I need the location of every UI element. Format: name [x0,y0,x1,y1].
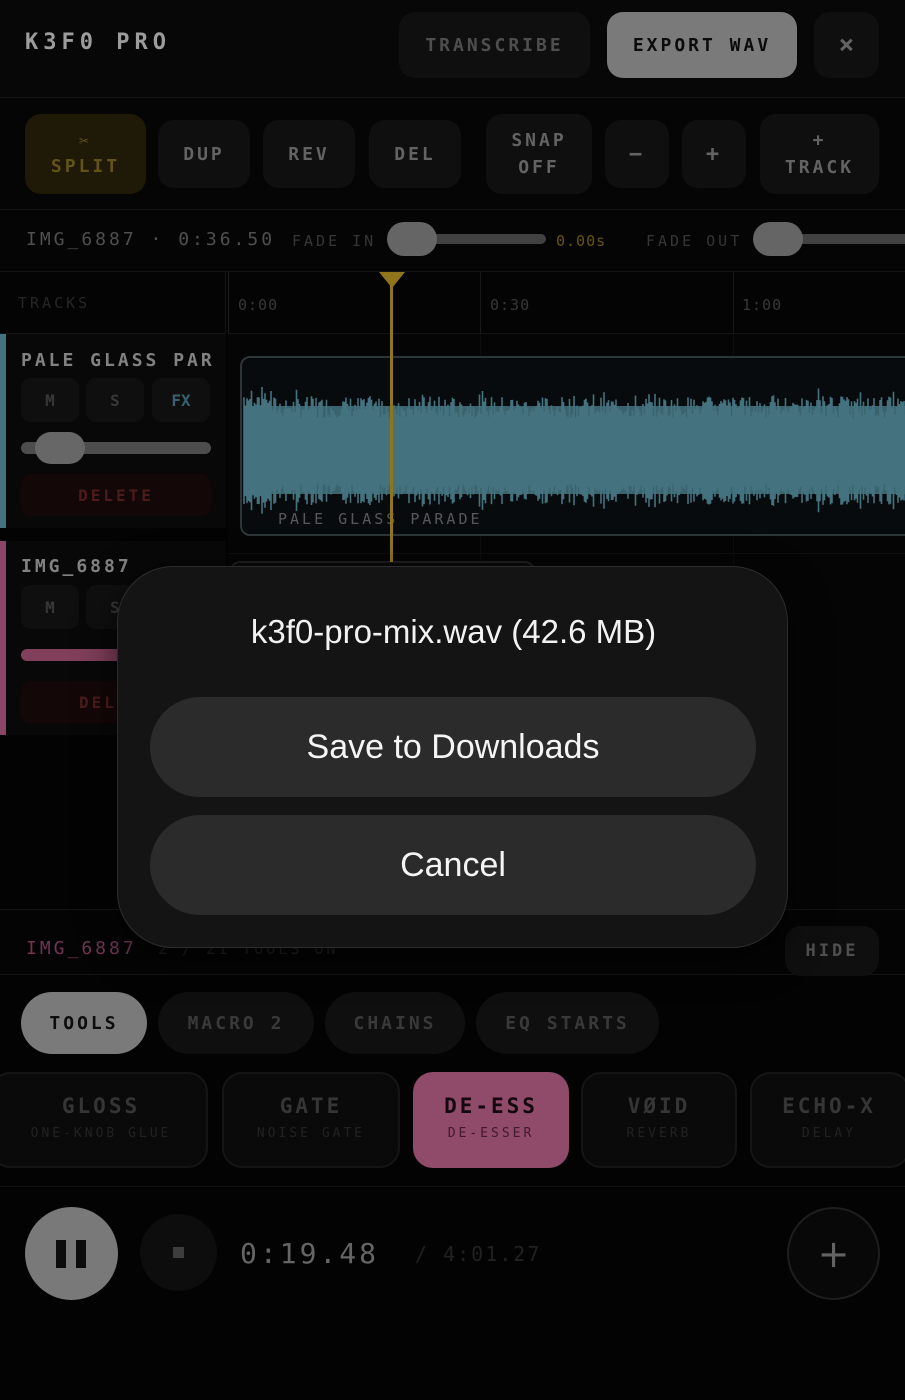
cancel-button[interactable]: Cancel [150,815,756,915]
export-file-name: k3f0-pro-mix.wav (42.6 MB) [250,613,657,650]
export-dialog: k3f0-pro-mix.wav (42.6 MB) Save to Downl… [117,566,788,948]
save-to-downloads-button[interactable]: Save to Downloads [150,697,756,797]
